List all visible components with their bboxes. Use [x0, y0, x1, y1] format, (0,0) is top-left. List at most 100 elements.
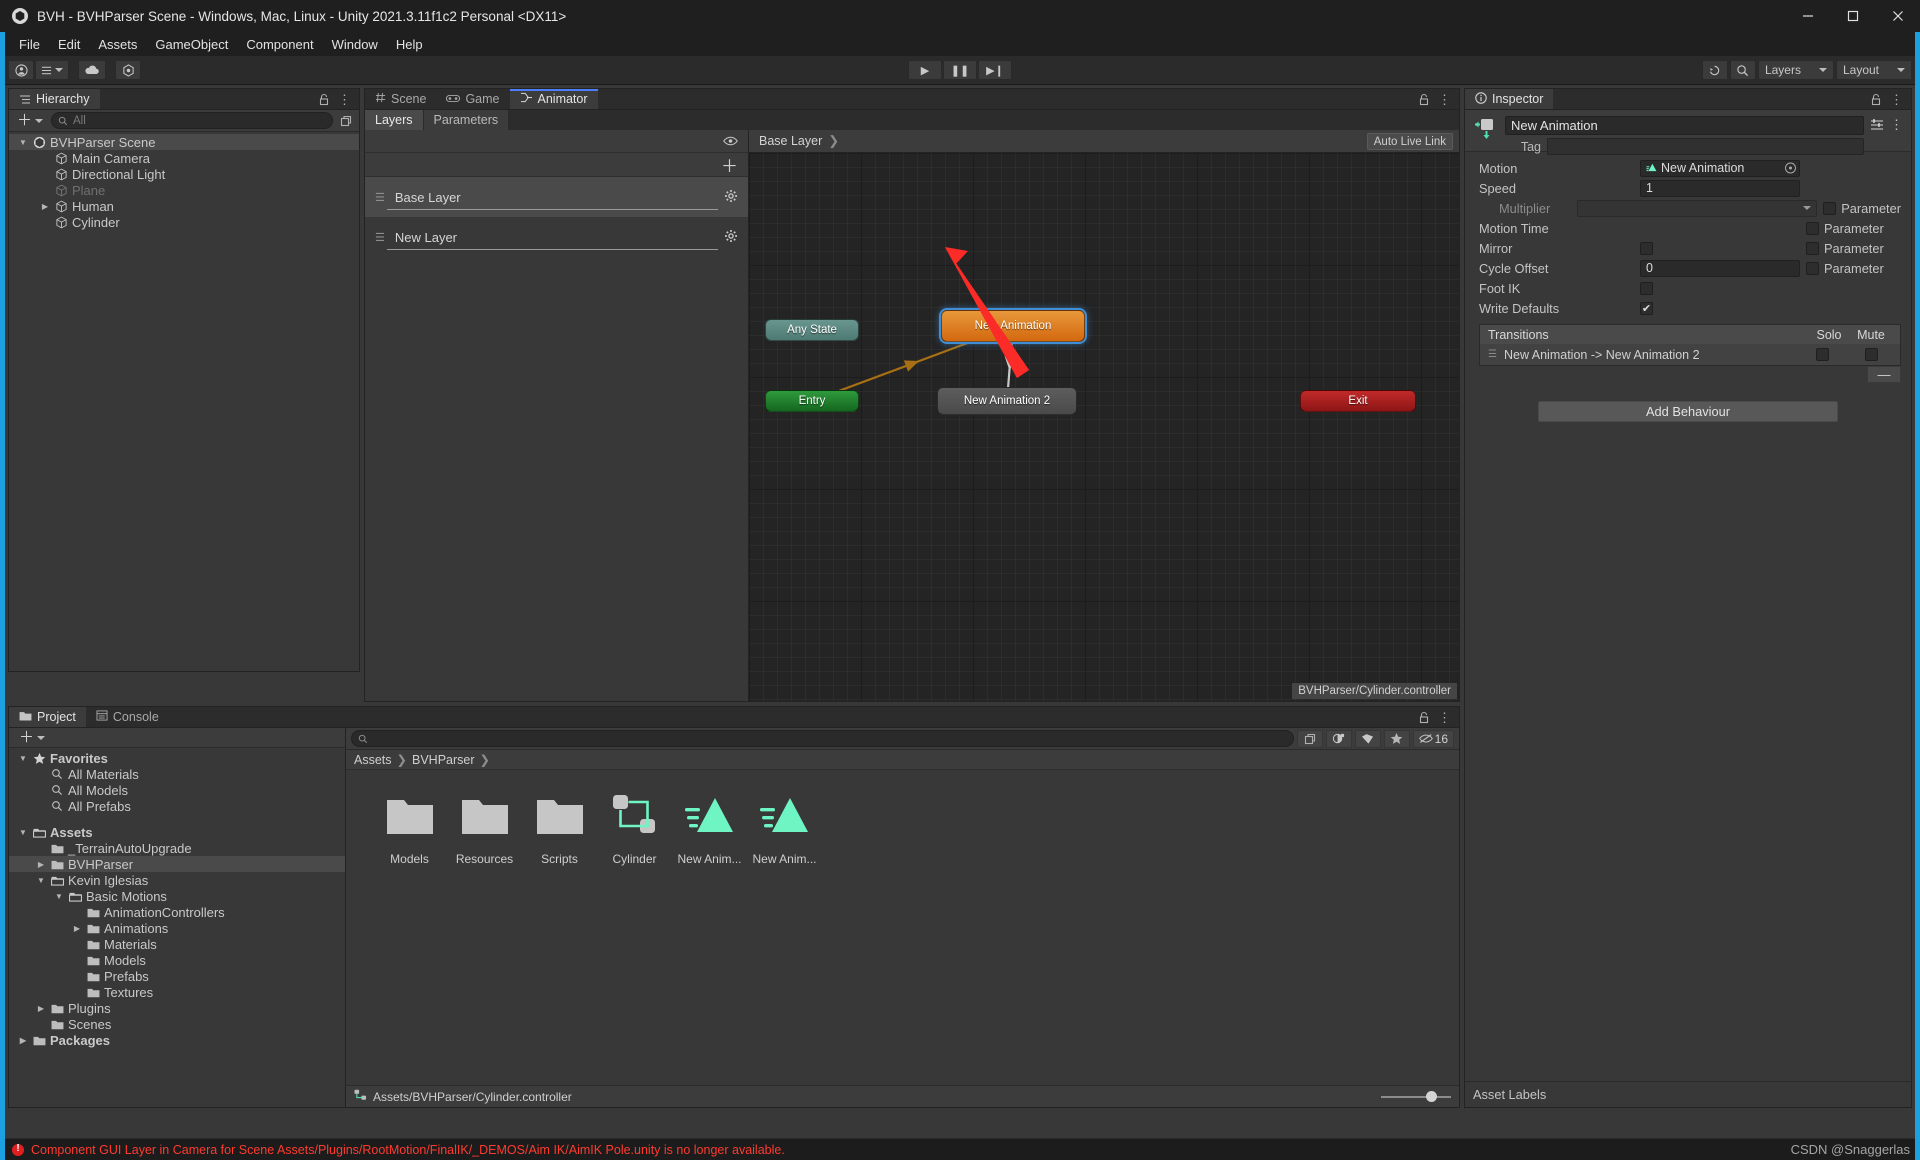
slider-knob[interactable]: [1426, 1091, 1437, 1102]
chevron-right-icon[interactable]: ▶: [71, 924, 83, 933]
project-tree-item-all-models[interactable]: ▶All Models: [9, 782, 345, 798]
parameter-checkbox[interactable]: [1806, 242, 1819, 255]
gear-icon[interactable]: [724, 189, 738, 206]
project-tree-item-bvhparser[interactable]: ▶BVHParser: [9, 856, 345, 872]
animator-node-new-animation-2[interactable]: New Animation 2: [937, 387, 1077, 415]
state-name-input[interactable]: New Animation: [1505, 116, 1864, 135]
chevron-down-icon[interactable]: ▼: [35, 876, 47, 885]
transition-mute-checkbox[interactable]: [1865, 348, 1878, 361]
drag-handle-icon[interactable]: ☰: [1488, 349, 1497, 360]
subtab-parameters[interactable]: Parameters: [424, 110, 510, 130]
thumbnail-size-slider[interactable]: [1381, 1090, 1451, 1104]
hierarchy-item-directional-light[interactable]: ▶Directional Light: [9, 166, 359, 182]
asset-item[interactable]: Resources: [447, 788, 522, 866]
project-menu-icon[interactable]: ⋮: [1438, 711, 1451, 724]
inspector-prop-checkbox[interactable]: ✔: [1640, 302, 1653, 315]
undo-history-button[interactable]: [1702, 60, 1728, 80]
project-tree-item-all-prefabs[interactable]: ▶All Prefabs: [9, 798, 345, 814]
eye-icon[interactable]: [723, 134, 738, 149]
animator-layer-base-layer[interactable]: ☰Base Layer: [365, 177, 748, 217]
tab-console[interactable]: Console: [86, 707, 169, 727]
hierarchy-item-plane[interactable]: ▶Plane: [9, 182, 359, 198]
tag-input[interactable]: [1547, 138, 1864, 155]
lock-icon[interactable]: [318, 93, 330, 106]
asset-item[interactable]: Scripts: [522, 788, 597, 866]
project-tree-item-basic-motions[interactable]: ▼Basic Motions: [9, 888, 345, 904]
hierarchy-item-bvhparser-scene[interactable]: ▼BVHParser Scene: [9, 134, 359, 150]
chevron-right-icon[interactable]: ▶: [39, 202, 51, 211]
asset-labels-section[interactable]: Asset Labels: [1465, 1081, 1911, 1107]
tab-game[interactable]: Game: [436, 89, 509, 109]
tab-hierarchy[interactable]: Hierarchy: [9, 89, 100, 109]
breadcrumb-bvhparser[interactable]: BVHParser: [412, 753, 475, 767]
hierarchy-item-main-camera[interactable]: ▶Main Camera: [9, 150, 359, 166]
favorite-star-icon[interactable]: [1384, 730, 1410, 748]
tab-project[interactable]: Project: [9, 707, 86, 727]
asset-item[interactable]: Cylinder: [597, 788, 672, 866]
search-button[interactable]: [1730, 60, 1756, 80]
parameter-checkbox[interactable]: [1823, 202, 1836, 215]
lock-icon[interactable]: [1870, 93, 1882, 106]
project-tree-item-materials[interactable]: ▶Materials: [9, 936, 345, 952]
menu-item-component[interactable]: Component: [237, 35, 322, 54]
play-button[interactable]: ▶: [908, 60, 942, 80]
hidden-assets-count[interactable]: 16: [1413, 730, 1454, 748]
plus-icon[interactable]: ＋: [721, 152, 738, 177]
tab-scene[interactable]: Scene: [365, 89, 436, 109]
project-tree-item-packages[interactable]: ▶Packages: [9, 1032, 345, 1048]
menu-item-edit[interactable]: Edit: [49, 35, 89, 54]
asset-item[interactable]: New Anim...: [747, 788, 822, 866]
project-tree-item-animations[interactable]: ▶Animations: [9, 920, 345, 936]
animator-state-machine-graph[interactable]: BVHParser/Cylinder.controller Any StateE…: [749, 153, 1459, 701]
hierarchy-search-input[interactable]: All: [51, 112, 333, 129]
preset-icon[interactable]: [1870, 118, 1884, 134]
remove-transition-button[interactable]: —: [1867, 366, 1901, 383]
drag-handle-icon[interactable]: ☰: [375, 191, 385, 204]
project-add-button[interactable]: ＋: [15, 730, 49, 745]
motion-object-field[interactable]: New Animation: [1640, 160, 1800, 177]
cloud-button[interactable]: [78, 60, 106, 80]
inspector-menu-icon[interactable]: ⋮: [1890, 93, 1903, 106]
animator-node-entry[interactable]: Entry: [765, 390, 859, 412]
hierarchy-expand-icon[interactable]: [337, 112, 355, 129]
maximize-button[interactable]: [1830, 0, 1875, 32]
menu-item-file[interactable]: File: [10, 35, 49, 54]
project-tree-item-favorites[interactable]: ▼Favorites: [9, 750, 345, 766]
menu-item-assets[interactable]: Assets: [89, 35, 146, 54]
lock-icon[interactable]: [1418, 711, 1430, 724]
inspector-prop-input[interactable]: 1: [1640, 180, 1800, 197]
tab-inspector[interactable]: Inspector: [1465, 89, 1553, 109]
object-picker-icon[interactable]: [1785, 163, 1796, 174]
subtab-layers[interactable]: Layers: [365, 110, 424, 130]
project-tree-item-plugins[interactable]: ▶Plugins: [9, 1000, 345, 1016]
layout-dropdown[interactable]: Layout: [1836, 60, 1912, 80]
animator-breadcrumb-label[interactable]: Base Layer: [759, 134, 822, 148]
hierarchy-item-human[interactable]: ▶Human: [9, 198, 359, 214]
gear-icon[interactable]: [724, 229, 738, 246]
status-bar[interactable]: Component GUI Layer in Camera for Scene …: [0, 1138, 1920, 1160]
transition-solo-checkbox[interactable]: [1816, 348, 1829, 361]
animator-node-exit[interactable]: Exit: [1300, 390, 1416, 412]
auto-live-link-toggle[interactable]: Auto Live Link: [1367, 133, 1453, 150]
project-tree-item-scenes[interactable]: ▶Scenes: [9, 1016, 345, 1032]
inspector-prop-checkbox[interactable]: [1640, 282, 1653, 295]
transition-row[interactable]: ☰New Animation -> New Animation 2: [1480, 344, 1900, 365]
drag-handle-icon[interactable]: ☰: [375, 231, 385, 244]
inspector-prop-checkbox[interactable]: [1640, 242, 1653, 255]
project-tree-item-prefabs[interactable]: ▶Prefabs: [9, 968, 345, 984]
parameter-checkbox[interactable]: [1806, 222, 1819, 235]
project-tree-item-textures[interactable]: ▶Textures: [9, 984, 345, 1000]
project-tree-item-assets[interactable]: ▼Assets: [9, 824, 345, 840]
pause-button[interactable]: ❚❚: [943, 60, 977, 80]
hierarchy-menu-icon[interactable]: ⋮: [338, 93, 351, 106]
layers-dropdown[interactable]: Layers: [1758, 60, 1834, 80]
inspector-prop-input[interactable]: 0: [1640, 260, 1800, 277]
project-tree-item-animationcontrollers[interactable]: ▶AnimationControllers: [9, 904, 345, 920]
project-tree-item--terrainautoupgrade[interactable]: ▶_TerrainAutoUpgrade: [9, 840, 345, 856]
menu-item-window[interactable]: Window: [323, 35, 387, 54]
project-search-expand-icon[interactable]: [1297, 730, 1323, 748]
project-search-input[interactable]: [351, 730, 1294, 747]
animator-menu-icon[interactable]: ⋮: [1438, 93, 1451, 106]
project-tree-item-models[interactable]: ▶Models: [9, 952, 345, 968]
hierarchy-item-cylinder[interactable]: ▶Cylinder: [9, 214, 359, 230]
